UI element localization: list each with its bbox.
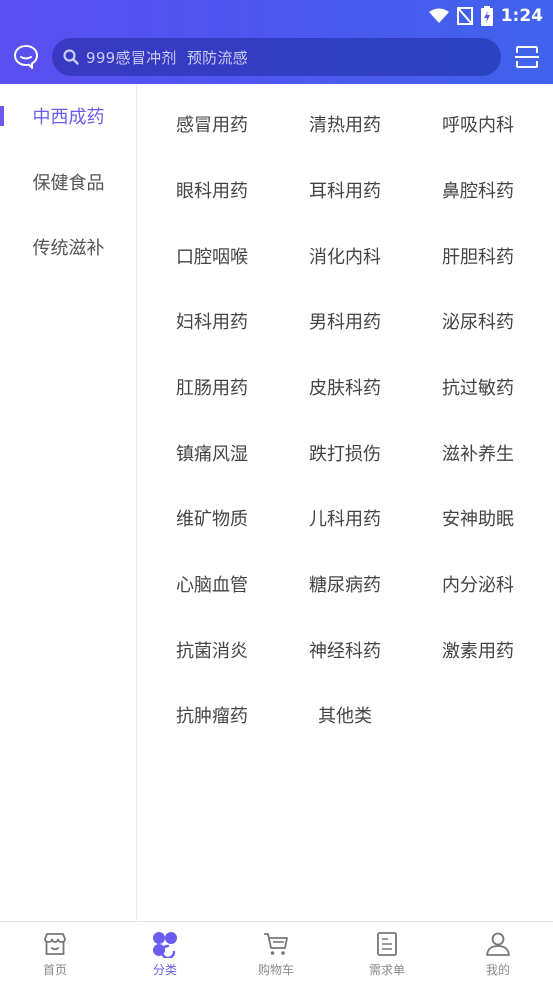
subcategory-item[interactable]: 跌打损伤 — [276, 420, 414, 486]
tab-label: 首页 — [42, 963, 67, 977]
search-placeholder: 999感冒冲剂 预防流感 — [86, 48, 249, 67]
subcategory-item[interactable]: 消化内科 — [276, 223, 414, 289]
subcategory-item[interactable]: 镇痛风湿 — [143, 420, 281, 486]
status-time: 1:24 — [500, 6, 543, 26]
subcategory-item[interactable]: 抗菌消炎 — [143, 617, 281, 683]
subcategory-item[interactable]: 口腔咽喉 — [143, 223, 281, 289]
subcategory-item[interactable]: 泌尿科药 — [409, 288, 547, 354]
tab-label: 需求单 — [368, 963, 405, 977]
status-bar: 1:24 — [0, 0, 553, 32]
bottom-tab-bar: 首页 分类 购物车 需求单 我的 — [0, 921, 553, 983]
subcategory-item[interactable]: 激素用药 — [409, 617, 547, 683]
search-icon — [63, 49, 79, 65]
tab-label: 我的 — [485, 963, 510, 977]
sidebar-item-label: 中西成药 — [32, 107, 105, 128]
subcategory-item[interactable]: 肛肠用药 — [143, 354, 281, 420]
subcategory-item[interactable]: 男科用药 — [276, 288, 414, 354]
tab-demand-list[interactable]: 需求单 — [332, 922, 442, 983]
user-icon — [486, 932, 510, 956]
battery-charging-icon — [480, 6, 493, 26]
subcategory-item[interactable]: 感冒用药 — [143, 91, 281, 157]
subcategory-item[interactable]: 呼吸内科 — [409, 91, 547, 157]
subcategory-item[interactable]: 抗肿瘤药 — [143, 682, 281, 748]
cart-icon — [264, 933, 288, 955]
top-header: 1:24 999感冒冲剂 预防流感 — [0, 0, 553, 84]
subcategory-item[interactable]: 滋补养生 — [409, 420, 547, 486]
sidebar-item-traditional-tonic[interactable]: 传统滋补 — [0, 215, 137, 279]
no-sim-icon — [456, 7, 473, 25]
tab-home[interactable]: 首页 — [0, 922, 110, 983]
subcategory-item[interactable]: 维矿物质 — [143, 485, 281, 551]
active-indicator — [0, 106, 4, 126]
sidebar-item-health-food[interactable]: 保健食品 — [0, 150, 137, 214]
store-icon — [44, 933, 66, 955]
subcategory-item[interactable]: 其他类 — [276, 682, 414, 748]
subcategory-item[interactable]: 神经科药 — [276, 617, 414, 683]
sidebar-item-western-chinese-medicine[interactable]: 中西成药 — [0, 84, 137, 148]
subcategory-item[interactable]: 肝胆科药 — [409, 223, 547, 289]
tab-label: 购物车 — [257, 963, 294, 977]
subcategory-item[interactable]: 眼科用药 — [143, 157, 281, 223]
subcategory-item[interactable]: 安神助眠 — [409, 485, 547, 551]
sidebar-item-label: 传统滋补 — [32, 238, 105, 259]
wifi-icon — [428, 8, 449, 23]
tab-profile[interactable]: 我的 — [443, 922, 553, 983]
subcategory-item[interactable]: 妇科用药 — [143, 288, 281, 354]
subcategory-item[interactable]: 皮肤科药 — [276, 354, 414, 420]
tab-label: 分类 — [152, 963, 177, 977]
tab-category[interactable]: 分类 — [110, 922, 220, 983]
subcategory-item[interactable]: 儿科用药 — [276, 485, 414, 551]
category-icon — [153, 932, 177, 958]
search-input[interactable]: 999感冒冲剂 预防流感 — [52, 38, 501, 76]
subcategory-item[interactable]: 糖尿病药 — [276, 551, 414, 617]
subcategory-grid: 感冒用药 清热用药 呼吸内科 眼科用药 耳科用药 鼻腔科药 口腔咽喉 消化内科 … — [138, 84, 553, 922]
subcategory-item[interactable]: 心脑血管 — [143, 551, 281, 617]
subcategory-item[interactable]: 内分泌科 — [409, 551, 547, 617]
tab-cart[interactable]: 购物车 — [221, 922, 331, 983]
subcategory-item[interactable]: 抗过敏药 — [409, 354, 547, 420]
subcategory-item[interactable]: 清热用药 — [276, 91, 414, 157]
subcategory-item[interactable]: 鼻腔科药 — [409, 157, 547, 223]
scan-icon[interactable] — [514, 44, 540, 70]
chat-icon[interactable] — [12, 43, 40, 71]
subcategory-item[interactable]: 耳科用药 — [276, 157, 414, 223]
category-sidebar: 中西成药 保健食品 传统滋补 — [0, 84, 137, 922]
sidebar-item-label: 保健食品 — [32, 173, 105, 194]
list-icon — [377, 932, 397, 956]
